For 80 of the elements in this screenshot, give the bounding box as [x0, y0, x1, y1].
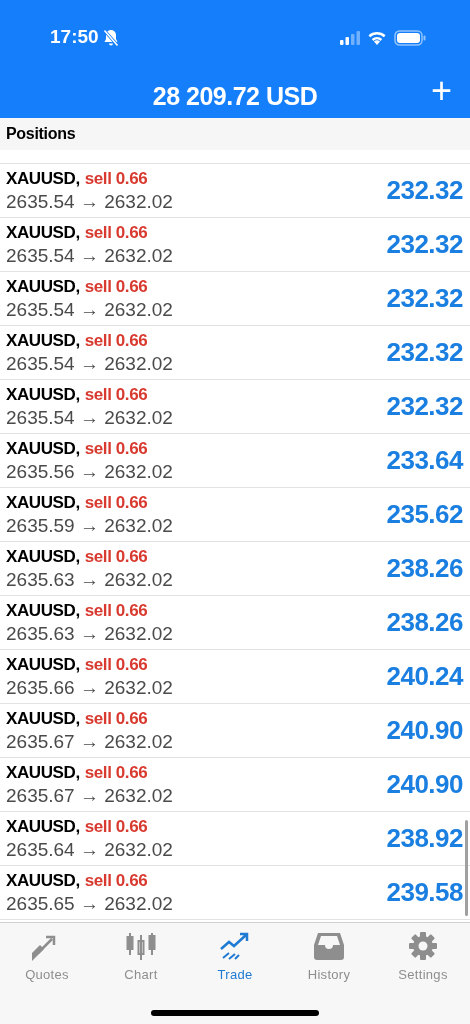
- price-range: 2635.54 → 2632.02: [6, 351, 173, 376]
- symbol-label: XAUUSD,: [6, 761, 80, 784]
- order-type: sell 0.66: [84, 869, 148, 892]
- profit-value: 232.32: [386, 174, 463, 207]
- symbol-label: XAUUSD,: [6, 221, 80, 244]
- muted-bell-icon: [102, 28, 119, 47]
- price-range: 2635.67 → 2632.02: [6, 729, 173, 754]
- profit-value: 232.32: [386, 390, 463, 423]
- order-type: sell 0.66: [84, 437, 148, 460]
- clock: 17:50: [50, 25, 99, 50]
- add-button[interactable]: +: [430, 73, 452, 109]
- price-range: 2635.59 → 2632.02: [6, 513, 173, 538]
- symbol-label: XAUUSD,: [6, 653, 80, 676]
- order-type: sell 0.66: [84, 167, 148, 190]
- price-range: 2635.63 → 2632.02: [6, 567, 173, 592]
- order-type: sell 0.66: [84, 545, 148, 568]
- profit-value: 232.32: [386, 336, 463, 369]
- order-type: sell 0.66: [84, 275, 148, 298]
- symbol-label: XAUUSD,: [6, 869, 80, 892]
- profit-value: 240.24: [386, 660, 463, 693]
- profit-value: 240.90: [386, 768, 463, 801]
- price-range: 2635.56 → 2632.02: [6, 459, 173, 484]
- position-row[interactable]: XAUUSD, sell 0.66 2635.63 → 2632.02 238.26: [0, 596, 470, 650]
- symbol-label: XAUUSD,: [6, 275, 80, 298]
- profit-value: 238.26: [386, 552, 463, 585]
- tab[interactable]: Trade: [188, 931, 282, 985]
- order-type: sell 0.66: [84, 761, 148, 784]
- inbox-icon: [312, 931, 346, 961]
- profit-value: 233.64: [386, 444, 463, 477]
- order-type: sell 0.66: [84, 599, 148, 622]
- price-range: 2635.63 → 2632.02: [6, 621, 173, 646]
- position-row[interactable]: XAUUSD, sell 0.66 2635.54 → 2632.02 232.32: [0, 326, 470, 380]
- profit-value: 238.92: [386, 822, 463, 855]
- battery-icon: [394, 29, 426, 46]
- order-type: sell 0.66: [84, 383, 148, 406]
- account-balance: 28 209.72 USD: [152, 80, 318, 112]
- position-row[interactable]: XAUUSD, sell 0.66 2635.54 → 2632.02 232.32: [0, 272, 470, 326]
- order-type: sell 0.66: [84, 491, 148, 514]
- signal-icon: [340, 30, 360, 45]
- profit-value: 232.32: [386, 228, 463, 261]
- order-type: sell 0.66: [84, 653, 148, 676]
- position-row[interactable]: XAUUSD, sell 0.66 2635.66 → 2632.02 240.24: [0, 650, 470, 704]
- price-range: 2635.67 → 2632.02: [6, 783, 173, 808]
- symbol-label: XAUUSD,: [6, 491, 80, 514]
- price-range: 2635.54 → 2632.02: [6, 297, 173, 322]
- order-type: sell 0.66: [84, 329, 148, 352]
- position-row[interactable]: XAUUSD, sell 0.66 2635.54 → 2632.02 232.32: [0, 380, 470, 434]
- price-range: 2635.54 → 2632.02: [6, 189, 173, 214]
- price-range: 2635.65 → 2632.02: [6, 891, 173, 916]
- position-row[interactable]: XAUUSD, sell 0.66 2635.54 → 2632.02 232.32: [0, 218, 470, 272]
- settings-icon: [406, 931, 440, 961]
- price-range: 2635.64 → 2632.02: [6, 837, 173, 862]
- section-title: Positions: [6, 124, 76, 144]
- symbol-label: XAUUSD,: [6, 167, 80, 190]
- profit-value: 240.90: [386, 714, 463, 747]
- symbol-label: XAUUSD,: [6, 437, 80, 460]
- symbol-label: XAUUSD,: [6, 599, 80, 622]
- position-row[interactable]: XAUUSD, sell 0.66 2635.56 → 2632.02 233.64: [0, 434, 470, 488]
- symbol-label: XAUUSD,: [6, 707, 80, 730]
- position-row[interactable]: XAUUSD, sell 0.66 2635.54 → 2632.02 232.32: [0, 164, 470, 218]
- symbol-label: XAUUSD,: [6, 815, 80, 838]
- price-range: 2635.54 → 2632.02: [6, 405, 173, 430]
- candlestick-icon: [124, 931, 158, 961]
- price-range: 2635.66 → 2632.02: [6, 675, 173, 700]
- wifi-icon: [367, 30, 387, 45]
- profit-value: 238.26: [386, 606, 463, 639]
- position-row[interactable]: XAUUSD, sell 0.66 2635.67 → 2632.02 240.90: [0, 704, 470, 758]
- profit-value: 232.32: [386, 282, 463, 315]
- order-type: sell 0.66: [84, 707, 148, 730]
- order-type: sell 0.66: [84, 815, 148, 838]
- position-row[interactable]: XAUUSD, sell 0.66 2635.67 → 2632.02 240.90: [0, 758, 470, 812]
- price-range: 2635.54 → 2632.02: [6, 243, 173, 268]
- position-row[interactable]: XAUUSD, sell 0.66 2635.59 → 2632.02 235.62: [0, 488, 470, 542]
- profit-value: 239.58: [386, 876, 463, 909]
- symbol-label: XAUUSD,: [6, 329, 80, 352]
- profit-value: 235.62: [386, 498, 463, 531]
- symbol-label: XAUUSD,: [6, 383, 80, 406]
- order-type: sell 0.66: [84, 221, 148, 244]
- position-row[interactable]: XAUUSD, sell 0.66 2635.63 → 2632.02 238.26: [0, 542, 470, 596]
- symbol-label: XAUUSD,: [6, 545, 80, 568]
